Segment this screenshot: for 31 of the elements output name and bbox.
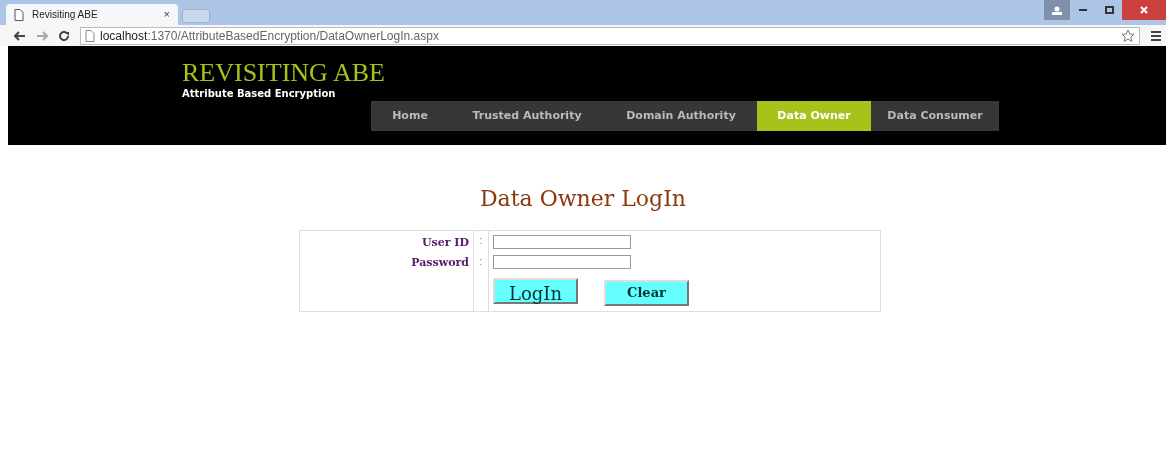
input-field[interactable] — [493, 235, 631, 249]
nav-tab[interactable]: Data Consumer — [871, 101, 999, 131]
reload-icon[interactable] — [58, 29, 70, 42]
field-label: Password — [411, 255, 469, 270]
nav-tab[interactable]: Trusted Authority — [449, 101, 605, 131]
back-icon[interactable] — [14, 30, 26, 41]
nav-tab[interactable]: Home — [371, 101, 449, 131]
close-icon — [1140, 6, 1148, 14]
nav-tab[interactable]: Domain Authority — [605, 101, 757, 131]
colon-text: : — [479, 255, 483, 269]
menu-icon[interactable] — [1150, 29, 1162, 42]
field-label: User ID — [421, 235, 469, 250]
input-field[interactable] — [493, 255, 631, 269]
user-button[interactable] — [1044, 0, 1070, 20]
close-tab-button[interactable]: × — [163, 6, 170, 23]
login-button[interactable]: LogIn — [493, 278, 578, 304]
colon-text: : — [479, 234, 483, 248]
url-text: localhost:1370/AttributeBasedEncryption/DataOwnerLogIn.aspx — [100, 27, 439, 45]
browser-tab[interactable]: Revisiting ABE × — [6, 4, 178, 25]
star-icon[interactable] — [1121, 28, 1135, 43]
page-icon — [14, 8, 24, 21]
site-subtitle: Attribute Based Encryption — [182, 87, 336, 101]
tab-title: Revisiting ABE — [32, 8, 99, 22]
clear-button[interactable]: Clear — [604, 280, 689, 306]
page-icon — [85, 29, 95, 42]
site-title: REVISITING ABE — [182, 58, 385, 88]
close-window-button[interactable] — [1122, 0, 1166, 20]
forward-icon[interactable] — [36, 30, 48, 41]
address-bar[interactable]: localhost:1370/AttributeBasedEncryption/DataOwnerLogIn.aspx — [80, 26, 1140, 45]
page-heading: Data Owner LogIn — [478, 185, 688, 213]
person-icon — [1052, 5, 1062, 15]
